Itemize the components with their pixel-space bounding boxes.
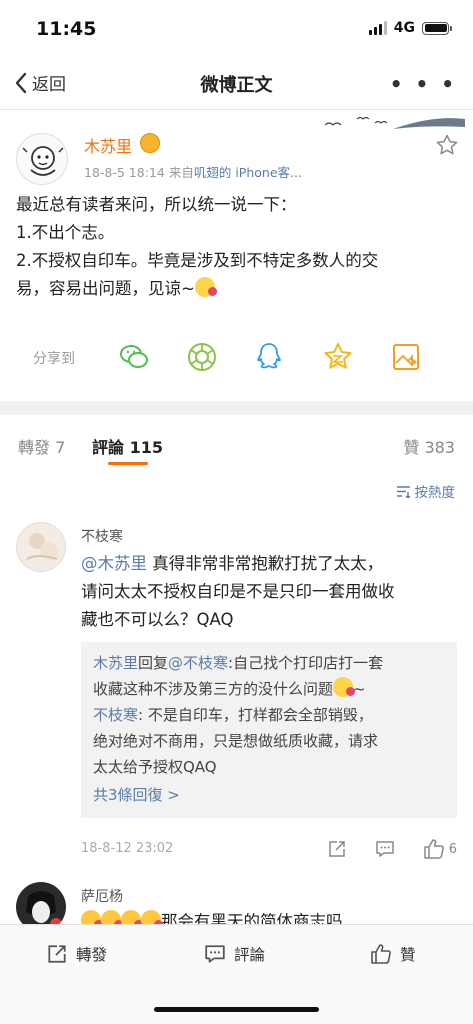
comment-actions: 6	[327, 838, 457, 860]
comment-text: 那会有黑天的简体商志吗	[81, 908, 457, 924]
post-card: 木苏里 18-8-5 18:14 来自叽翅的 iPhone客... 最近总有读者…	[0, 111, 473, 401]
crying-emoji-icon	[81, 910, 103, 924]
moments-icon[interactable]	[186, 341, 218, 373]
tab-bar: 轉發 7 評論 115 贊 383	[0, 415, 473, 469]
bottom-action-bar: 轉發 評論 贊	[0, 924, 473, 1024]
comment-icon	[205, 945, 225, 963]
thumbs-up-icon	[423, 839, 444, 859]
post-time: 18-8-5 18:14	[84, 165, 165, 180]
sort-button[interactable]: 按熱度	[396, 481, 456, 501]
section-divider	[0, 401, 473, 415]
reply-item: 木苏里回复@不枝寒:自己找个打印店打一套	[93, 654, 384, 672]
more-button[interactable]: • • •	[390, 72, 457, 96]
status-bar: 11:45 4G	[0, 0, 473, 58]
qq-icon[interactable]	[253, 341, 285, 373]
share-label: 分享到	[33, 351, 75, 367]
wechat-icon[interactable]	[118, 341, 150, 373]
more-replies-link[interactable]: 共3條回復 >	[93, 782, 445, 808]
post-line: 易，容易出问题，见谅~	[16, 275, 456, 303]
like-post-button[interactable]: 贊	[370, 943, 416, 965]
like-button[interactable]: 6	[423, 838, 457, 860]
home-indicator[interactable]	[154, 1007, 319, 1012]
signal-icon	[368, 21, 387, 35]
crying-emoji-icon	[141, 910, 163, 924]
battery-icon	[422, 21, 452, 35]
qzone-icon[interactable]	[322, 341, 354, 373]
reply-box[interactable]: 木苏里回复@不枝寒:自己找个打印店打一套 收藏这种不涉及第三方的没什么问题 ~ 不…	[81, 642, 457, 818]
commenter-avatar[interactable]	[16, 882, 66, 924]
active-tab-indicator	[108, 462, 148, 465]
commenter-avatar[interactable]	[16, 522, 66, 572]
sort-label: 按熱度	[414, 485, 456, 501]
mention-link[interactable]: @木苏里	[81, 554, 147, 573]
comment-item: 萨厄杨 那会有黑天的简体商志吗	[0, 880, 473, 924]
save-image-icon[interactable]	[390, 341, 422, 373]
author-name[interactable]: 木苏里	[84, 133, 132, 157]
post-source[interactable]: 叽翅的 iPhone客...	[194, 165, 302, 180]
emoji-icon	[333, 677, 356, 697]
post-from: 来自	[168, 165, 194, 180]
post-line: 1.不出个志。	[16, 223, 115, 242]
repost-button[interactable]: 轉發	[46, 943, 107, 965]
comment-time: 18-8-12 23:02	[81, 841, 174, 856]
post-text: 最近总有读者来问，所以统一说一下： 1.不出个志。 2.不授权自印车。毕竟是涉及…	[16, 191, 456, 303]
author-avatar[interactable]	[16, 133, 68, 185]
like-count: 6	[448, 841, 457, 857]
crying-emoji-icon	[101, 910, 123, 924]
repost-icon	[48, 945, 66, 963]
crying-emoji-icon	[121, 910, 143, 924]
nav-bar: 返回 微博正文 • • •	[0, 58, 473, 110]
commenter-name[interactable]: 不枝寒	[81, 526, 123, 546]
reply-item: 不枝寒: 不是自印车，打样都会全部销毁，	[93, 706, 373, 724]
post-line: 最近总有读者来问，所以统一说一下：	[16, 195, 297, 214]
favorite-star-icon[interactable]	[435, 133, 459, 157]
sort-icon	[396, 485, 410, 498]
status-time: 11:45	[36, 18, 97, 40]
status-indicators: 4G	[368, 20, 452, 36]
post-line: 2.不授权自印车。毕竟是涉及到不特定多数人的交	[16, 251, 379, 270]
repost-icon[interactable]	[327, 839, 347, 859]
network-type: 4G	[393, 20, 415, 36]
commenter-name[interactable]: 萨厄杨	[81, 886, 123, 906]
share-row: 分享到	[0, 335, 473, 381]
emoji-icon	[194, 277, 217, 297]
tab-likes[interactable]: 贊 383	[403, 434, 455, 458]
comment-icon[interactable]	[375, 839, 395, 859]
comment-text: @木苏里 真得非常非常抱歉打扰了太太， 请问太太不授权自印是不是只印一套用做收 …	[81, 554, 395, 629]
post-meta: 18-8-5 18:14 来自叽翅的 iPhone客...	[84, 162, 302, 181]
vip-crown-icon	[140, 133, 160, 153]
tab-comments[interactable]: 評論 115	[92, 434, 163, 458]
tab-reposts[interactable]: 轉發 7	[18, 434, 65, 458]
comment-button[interactable]: 評論	[204, 943, 265, 965]
thumbs-up-icon	[371, 944, 391, 964]
